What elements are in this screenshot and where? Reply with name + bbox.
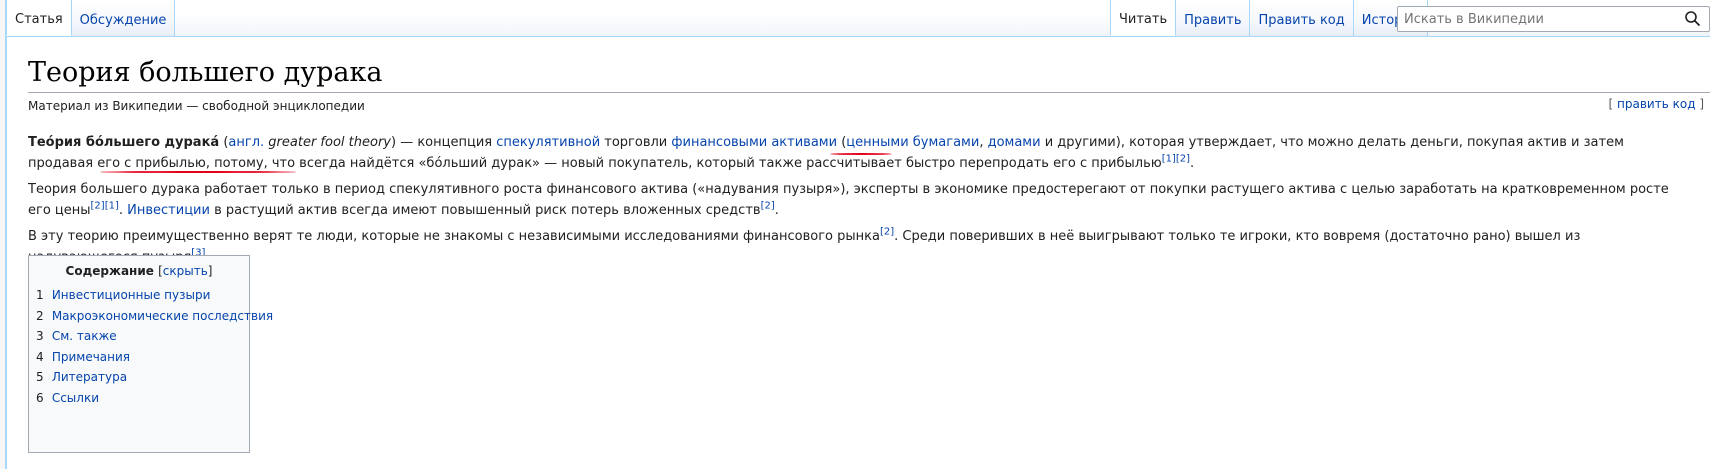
- paragraph-2: Теория большего дурака работает только в…: [28, 179, 1688, 221]
- toc-link[interactable]: Макроэкономические последствия: [52, 309, 273, 323]
- search-input[interactable]: [1397, 6, 1710, 32]
- link-speculative[interactable]: спекулятивной: [496, 135, 600, 150]
- reference-2[interactable]: [2]: [761, 201, 775, 212]
- paragraph-3: В эту теорию преимущественно верят те лю…: [28, 226, 1688, 268]
- link-financial-assets[interactable]: финансовыми активами: [671, 135, 837, 150]
- content-area: Теория большего дурака Материал из Викип…: [6, 36, 1710, 469]
- annotation-underline-phrase: [100, 171, 296, 173]
- toc-bracket-close: ]: [207, 264, 213, 278]
- toc-item[interactable]: 5 Литература: [36, 367, 242, 388]
- site-tagline: Материал из Википедии — свободной энцикл…: [28, 99, 365, 113]
- text: .: [118, 203, 128, 218]
- edit-source-link[interactable]: править код: [1617, 97, 1695, 111]
- toc-link[interactable]: Инвестиционные пузыри: [52, 288, 211, 302]
- tab-edit-source[interactable]: Править код: [1250, 0, 1354, 36]
- text: (: [837, 135, 847, 150]
- toc-hide-link[interactable]: скрыть: [163, 264, 208, 278]
- toc-number: 3: [36, 329, 44, 344]
- text: торговли: [600, 135, 672, 150]
- link-english[interactable]: англ.: [228, 135, 264, 150]
- tab-article[interactable]: Статья: [6, 0, 72, 36]
- toc-heading: Содержание: [65, 264, 154, 278]
- toc-toggle: [скрыть]: [158, 264, 212, 278]
- toc-item[interactable]: 4 Примечания: [36, 347, 242, 368]
- toc-item[interactable]: 1 Инвестиционные пузыри: [36, 285, 242, 306]
- text: .: [1190, 156, 1195, 171]
- reference-1[interactable]: [1]: [1162, 154, 1176, 165]
- edit-bracket-close: ]: [1695, 97, 1704, 111]
- table-of-contents: Содержание [скрыть] 1 Инвестиционные пуз…: [28, 255, 273, 453]
- reference-2[interactable]: [2]: [880, 227, 894, 238]
- view-tabs: Читать Править Править код История: [1110, 0, 1428, 37]
- toc-number: 4: [36, 349, 44, 364]
- term-bold: Тео́рия бо́льшего дурака́: [28, 135, 220, 150]
- edit-section: [ править код ]: [1609, 97, 1704, 111]
- edit-bracket-open: [: [1608, 97, 1618, 111]
- toc-link[interactable]: Ссылки: [52, 391, 99, 405]
- toc-number: 6: [36, 390, 44, 405]
- page-title: Теория большего дурака: [28, 57, 1710, 93]
- toc-number: 2: [36, 308, 44, 323]
- tab-discussion[interactable]: Обсуждение: [71, 0, 176, 36]
- text: В эту теорию преимущественно верят те лю…: [28, 229, 880, 244]
- text: .: [774, 203, 779, 218]
- toc-item[interactable]: 3 См. также: [36, 326, 242, 347]
- english-term: greater fool theory: [264, 135, 391, 150]
- toc-number: 5: [36, 370, 44, 385]
- toc-number: 1: [36, 288, 44, 302]
- annotation-underline-homes: [830, 153, 892, 155]
- toc-title: Содержание [скрыть]: [36, 264, 242, 278]
- reference-2[interactable]: [2]: [91, 201, 105, 212]
- toc-link[interactable]: Литература: [52, 370, 127, 384]
- namespace-tabs: Статья Обсуждение: [6, 0, 176, 37]
- reference-2[interactable]: [2]: [1176, 154, 1190, 165]
- text: ,: [979, 135, 988, 150]
- text: ) — концепция: [390, 135, 497, 150]
- reference-1[interactable]: [1]: [105, 201, 119, 212]
- toc-item[interactable]: 6 Ссылки: [36, 388, 242, 409]
- text: в растущий актив всегда имеют повышенный…: [209, 203, 761, 218]
- search-icon[interactable]: [1684, 10, 1702, 28]
- tab-read[interactable]: Читать: [1110, 0, 1177, 36]
- toc-link[interactable]: Примечания: [52, 350, 130, 364]
- toc-item[interactable]: 2 Макроэкономические последствия: [36, 306, 273, 327]
- link-homes[interactable]: домами: [988, 135, 1041, 150]
- link-investments[interactable]: Инвестиции: [127, 203, 210, 218]
- toc-link[interactable]: См. также: [52, 329, 117, 343]
- link-securities[interactable]: ценными бумагами: [846, 135, 979, 150]
- tab-edit[interactable]: Править: [1176, 0, 1251, 36]
